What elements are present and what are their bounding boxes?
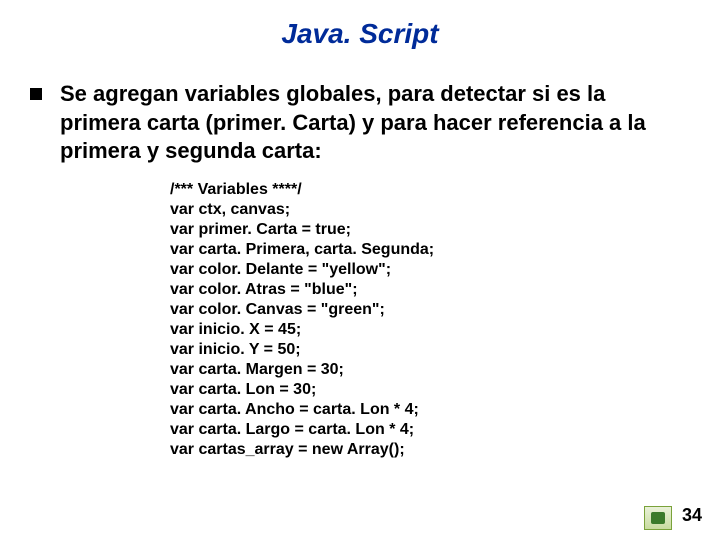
code-block: /*** Variables ****/ var ctx, canvas; va…: [170, 180, 720, 460]
bullet-row: Se agregan variables globales, para dete…: [0, 50, 720, 166]
page-number: 34: [682, 505, 702, 526]
slide: Java. Script Se agregan variables global…: [0, 0, 720, 540]
square-bullet-icon: [30, 88, 42, 100]
logo-icon: [644, 506, 672, 530]
bullet-text: Se agregan variables globales, para dete…: [60, 80, 684, 166]
slide-title: Java. Script: [0, 0, 720, 50]
